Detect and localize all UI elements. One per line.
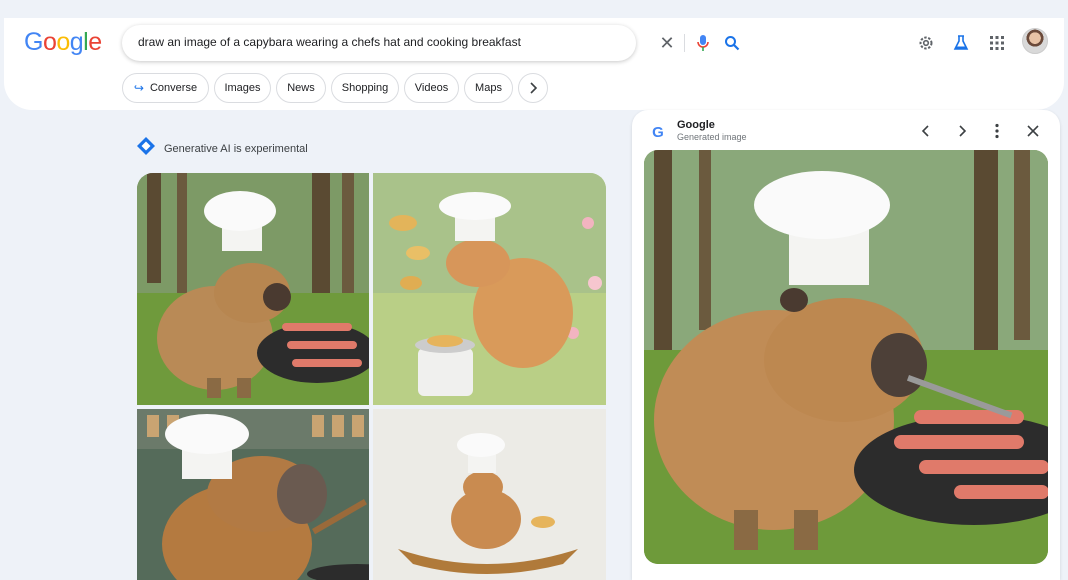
ai-experimental-label: Generative AI is experimental [136, 136, 308, 161]
google-logo[interactable]: Google [24, 28, 102, 57]
chip-label: Images [224, 82, 261, 94]
account-avatar[interactable] [1022, 28, 1048, 54]
generated-image-grid [137, 173, 606, 580]
search-divider [684, 34, 685, 52]
search-icon[interactable] [721, 32, 743, 54]
chip-news[interactable]: News [276, 73, 326, 103]
chip-label: Videos [414, 82, 449, 94]
chevron-left-icon[interactable] [914, 119, 938, 143]
settings-icon[interactable] [914, 31, 938, 55]
generated-image-3[interactable] [137, 409, 369, 580]
chip-label: Shopping [341, 82, 389, 94]
more-vert-icon[interactable] [985, 119, 1009, 143]
chip-shopping[interactable]: Shopping [331, 73, 399, 103]
converse-arrow-icon: ↪ [133, 81, 144, 95]
chip-videos[interactable]: Videos [404, 73, 459, 103]
ai-label-text: Generative AI is experimental [164, 142, 308, 155]
image-detail-panel: G Google Generated image [632, 110, 1060, 580]
chip-maps[interactable]: Maps [464, 73, 513, 103]
generated-image-4[interactable] [373, 409, 606, 580]
generated-image-1[interactable] [137, 173, 369, 405]
close-icon[interactable]: ✕ [656, 32, 678, 54]
panel-subtitle: Generated image [677, 132, 747, 142]
generated-image-large[interactable] [644, 150, 1048, 564]
panel-title: Google [677, 119, 715, 131]
logo-letter: e [88, 28, 102, 56]
search-box[interactable]: draw an image of a capybara wearing a ch… [122, 25, 740, 61]
gemini-sparkle-icon [136, 136, 156, 161]
logo-letter: o [42, 28, 57, 56]
close-icon[interactable] [1021, 119, 1045, 143]
logo-letter: G [24, 28, 43, 56]
chip-label: Converse [149, 82, 198, 94]
chevron-right-icon[interactable] [518, 73, 548, 103]
chevron-right-icon[interactable] [950, 119, 974, 143]
google-g-icon: G [652, 123, 664, 141]
apps-grid-icon[interactable] [985, 31, 1009, 55]
chip-images[interactable]: Images [214, 73, 271, 103]
logo-letter: g [69, 28, 84, 56]
chip-label: Maps [475, 82, 502, 94]
chip-converse[interactable]: ↪ Converse [122, 73, 209, 103]
chip-label: News [287, 82, 315, 94]
search-input[interactable]: draw an image of a capybara wearing a ch… [138, 35, 521, 49]
generated-image-2[interactable] [373, 173, 606, 405]
microphone-icon[interactable] [692, 32, 714, 54]
labs-flask-icon[interactable] [949, 31, 973, 55]
logo-letter: o [56, 28, 70, 56]
